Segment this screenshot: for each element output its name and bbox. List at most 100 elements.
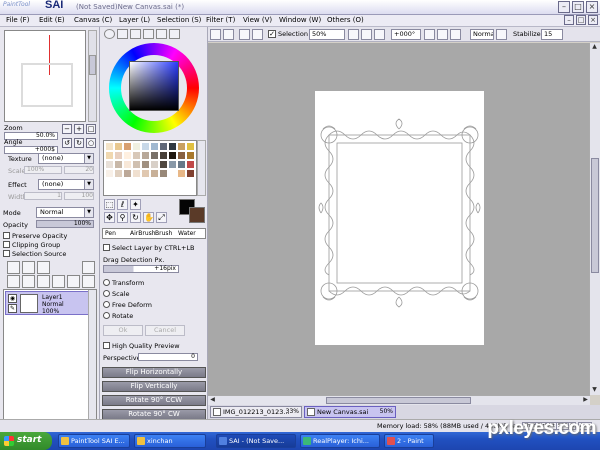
selection-checkbox[interactable]: ✓ <box>268 30 276 38</box>
rotate-right-icon[interactable] <box>437 29 448 40</box>
nav-rotate-left-icon[interactable]: ↺ <box>62 138 72 148</box>
deselect-icon[interactable] <box>239 29 250 40</box>
color-swatch[interactable] <box>160 170 167 177</box>
new-folder-icon[interactable] <box>37 261 50 274</box>
color-swatch[interactable] <box>187 152 194 159</box>
color-swatch[interactable] <box>169 152 176 159</box>
preserve-opacity-checkbox[interactable] <box>3 232 10 239</box>
color-swatch[interactable] <box>115 161 122 168</box>
brush-tab-water[interactable]: Water <box>178 230 196 237</box>
merge-down-icon[interactable] <box>22 275 35 288</box>
perspective-slider[interactable]: 0 <box>138 353 198 361</box>
nav-zoom-fit-icon[interactable]: □ <box>86 124 96 134</box>
opacity-slider[interactable]: 100% <box>36 220 94 228</box>
task-painttool-explorer[interactable]: PaintTool SAI E... <box>58 434 130 448</box>
layers-scrollbar[interactable] <box>88 290 96 428</box>
layer-mode-dropdown[interactable]: Normal ▼ <box>36 207 94 218</box>
canvas-paper[interactable] <box>315 91 484 345</box>
color-wheel-tab-icon[interactable] <box>104 29 115 39</box>
color-swatch[interactable] <box>178 170 185 177</box>
new-layer-icon[interactable] <box>7 261 20 274</box>
scratchpad-tab-icon[interactable] <box>169 29 180 39</box>
color-swatch[interactable] <box>151 170 158 177</box>
layer-settings-icon[interactable] <box>82 275 95 288</box>
menu-selection[interactable]: Selection (S) <box>157 16 201 24</box>
color-swatch[interactable] <box>115 170 122 177</box>
navigator-scroll-thumb[interactable] <box>89 55 96 75</box>
copy-layer-icon[interactable] <box>37 275 50 288</box>
navigator-preview[interactable] <box>4 30 86 122</box>
brush-icon[interactable]: ✎ <box>8 304 17 313</box>
horizontal-scroll-thumb[interactable] <box>326 397 471 404</box>
color-swatch[interactable] <box>169 143 176 150</box>
scroll-up-icon[interactable]: ▲ <box>590 43 599 52</box>
color-swatch[interactable] <box>178 161 185 168</box>
close-icon[interactable]: × <box>586 1 598 13</box>
nav-zoom-in-icon[interactable]: + <box>74 124 84 134</box>
eyedropper-icon[interactable]: ⤢ <box>156 212 167 223</box>
brush-tab-brush[interactable]: Brush <box>155 230 172 237</box>
task-realplayer[interactable]: RealPlayer: Ichi... <box>300 434 380 448</box>
blend-mode-select[interactable]: Normal <box>470 29 494 40</box>
color-swatch[interactable] <box>133 161 140 168</box>
color-swatch[interactable] <box>178 152 185 159</box>
rotate-ccw-button[interactable]: Rotate 90° CCW <box>102 395 206 406</box>
color-swatch[interactable] <box>151 143 158 150</box>
task-sai[interactable]: SAI - (Not Save... <box>216 434 296 448</box>
color-swatch[interactable] <box>133 170 140 177</box>
zoom-in-icon[interactable] <box>361 29 372 40</box>
canvas-close-icon[interactable]: × <box>588 15 598 25</box>
nav-rotate-right-icon[interactable]: ↻ <box>74 138 84 148</box>
color-swatch[interactable] <box>169 170 176 177</box>
color-swatch[interactable] <box>187 161 194 168</box>
menu-edit[interactable]: Edit (E) <box>39 16 65 24</box>
menu-file[interactable]: File (F) <box>6 16 29 24</box>
color-swatch[interactable] <box>151 152 158 159</box>
color-swatch[interactable] <box>142 170 149 177</box>
color-swatch[interactable] <box>106 170 113 177</box>
clipping-group-checkbox[interactable] <box>3 241 10 248</box>
brush-tab-pen[interactable]: Pen <box>105 230 116 237</box>
zoom-tool-icon[interactable]: ⚲ <box>117 212 128 223</box>
canvas-tab-new[interactable]: New Canvas.sai 50% <box>304 406 396 418</box>
flip-vertically-button[interactable]: Flip Vertically <box>102 381 206 392</box>
move-icon[interactable]: ✥ <box>104 212 115 223</box>
selection-source-checkbox[interactable] <box>3 250 10 257</box>
brush-tab-airbrush[interactable]: AirBrush <box>130 230 156 237</box>
zoom-select[interactable]: 50% <box>309 29 345 40</box>
color-swatch[interactable] <box>124 161 131 168</box>
color-swatch[interactable] <box>115 152 122 159</box>
transfer-down-icon[interactable] <box>7 275 20 288</box>
layer-row[interactable]: ◉ ✎ Layer1 Normal 100% <box>5 291 89 315</box>
zoom-reset-icon[interactable] <box>374 29 385 40</box>
invert-selection-icon[interactable] <box>252 29 263 40</box>
menu-window[interactable]: Window (W) <box>279 16 321 24</box>
vertical-scrollbar[interactable]: ▲ ▼ <box>589 43 600 395</box>
color-swatch[interactable] <box>124 152 131 159</box>
scroll-down-icon[interactable]: ▼ <box>590 386 599 395</box>
mixer-tab-icon[interactable] <box>143 29 154 39</box>
horizontal-scrollbar[interactable]: ◀ ▶ <box>208 395 590 405</box>
layer-mask-icon[interactable] <box>82 261 95 274</box>
rotate-radio[interactable] <box>103 312 110 319</box>
maximize-icon[interactable]: □ <box>572 1 584 13</box>
delete-layer-icon[interactable] <box>67 275 80 288</box>
color-wheel[interactable] <box>109 43 199 133</box>
color-swatch[interactable] <box>106 152 113 159</box>
color-swatch[interactable] <box>142 143 149 150</box>
swatch-scrollbar[interactable] <box>197 140 206 196</box>
color-swatch[interactable] <box>169 161 176 168</box>
cancel-button[interactable]: Cancel <box>145 325 185 336</box>
ok-button[interactable]: Ok <box>103 325 143 336</box>
flip-horizontally-button[interactable]: Flip Horizontally <box>102 367 206 378</box>
canvas-workspace[interactable] <box>208 43 590 395</box>
color-swatch[interactable] <box>115 143 122 150</box>
magic-wand-icon[interactable]: ✦ <box>130 199 141 210</box>
color-swatch[interactable] <box>133 143 140 150</box>
drag-detection-slider[interactable]: +16pix <box>103 265 179 273</box>
menu-others[interactable]: Others (O) <box>327 16 364 24</box>
texture-dropdown[interactable]: (none) ▼ <box>38 153 94 164</box>
color-swatch[interactable] <box>142 152 149 159</box>
canvas-minimize-icon[interactable]: – <box>564 15 574 25</box>
minimize-icon[interactable]: – <box>558 1 570 13</box>
